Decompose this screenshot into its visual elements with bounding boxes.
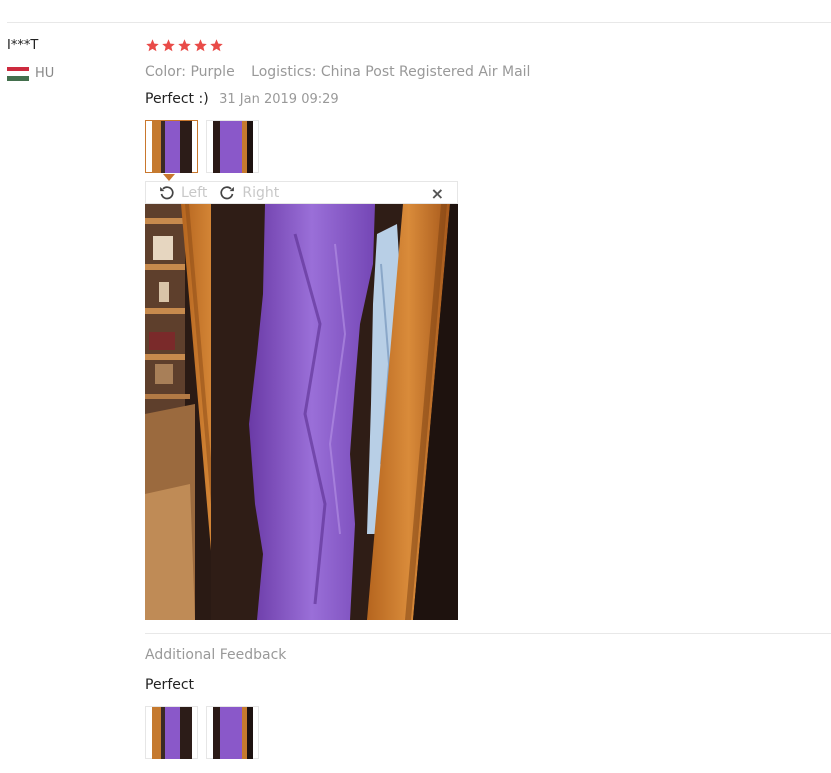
close-viewer-icon[interactable]: × (431, 184, 444, 203)
rating-stars (145, 38, 224, 53)
top-divider (7, 22, 831, 23)
rotate-left-icon (160, 186, 174, 200)
review-photo-image (145, 204, 458, 620)
reviewer-country: HU (7, 66, 54, 81)
star-icon (178, 39, 191, 52)
star-icon (162, 39, 175, 52)
thumbnail-image (151, 706, 192, 759)
additional-feedback-title: Additional Feedback (145, 647, 287, 663)
hungary-flag-icon (7, 66, 29, 81)
review-thumbnail[interactable] (145, 120, 198, 173)
rotate-left-label: Left (181, 184, 208, 201)
rotate-right-button[interactable]: Right (219, 184, 279, 201)
enlarged-review-photo (145, 204, 458, 620)
image-viewer-toolbar: Left Right × (145, 181, 458, 204)
rotate-right-icon (220, 186, 235, 200)
country-code: HU (35, 66, 55, 81)
rotate-right-label: Right (242, 184, 280, 201)
star-icon (210, 39, 223, 52)
review-line: Perfect :) 31 Jan 2019 09:29 (145, 91, 339, 107)
additional-thumbnail[interactable] (206, 706, 259, 759)
star-icon (146, 39, 159, 52)
additional-feedback-text: Perfect (145, 677, 195, 693)
logistics-info: Logistics: China Post Registered Air Mai… (251, 64, 531, 80)
star-icon (194, 39, 207, 52)
feedback-divider (145, 633, 831, 634)
additional-thumbnail[interactable] (145, 706, 198, 759)
review-text: Perfect :) (145, 91, 209, 107)
review-thumbnail[interactable] (206, 120, 259, 173)
reviewer-name: I***T (7, 38, 39, 53)
thumbnail-image (212, 706, 253, 759)
order-meta: Color: Purple Logistics: China Post Regi… (145, 64, 530, 80)
product-color: Color: Purple (145, 64, 235, 80)
review-date: 31 Jan 2019 09:29 (219, 92, 339, 107)
active-thumbnail-caret-icon (163, 174, 175, 181)
rotate-left-button[interactable]: Left (158, 184, 207, 201)
thumbnail-image (151, 120, 192, 173)
thumbnail-image (212, 120, 253, 173)
